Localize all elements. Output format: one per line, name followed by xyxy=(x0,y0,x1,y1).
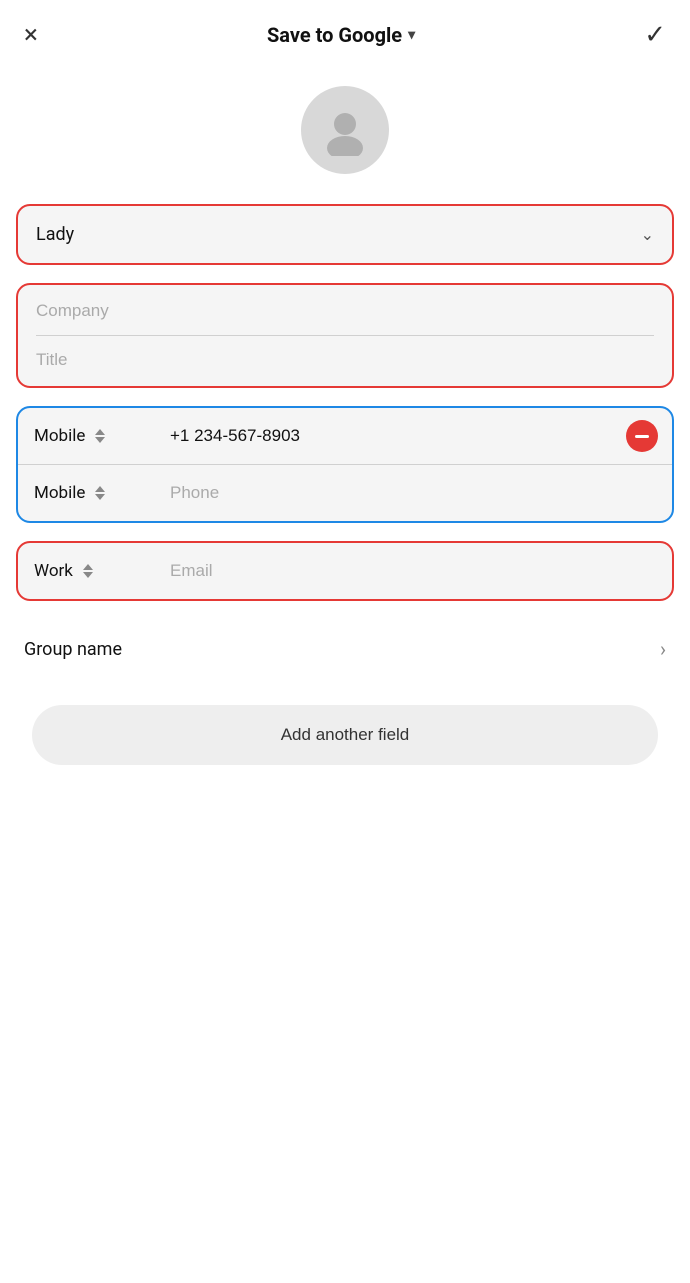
phone-type-selector-1[interactable]: Mobile xyxy=(18,408,158,464)
confirm-button[interactable]: ✓ xyxy=(644,20,666,50)
company-title-divider xyxy=(36,335,654,336)
phone-input-1[interactable] xyxy=(170,426,614,446)
header-dropdown-arrow[interactable]: ▾ xyxy=(408,27,415,43)
group-name-label: Group name xyxy=(24,639,122,660)
group-name-row[interactable]: Group name › xyxy=(16,619,674,679)
name-dropdown-value: Lady xyxy=(36,224,74,245)
phone-label-2: Mobile xyxy=(34,483,85,503)
email-input-container xyxy=(158,543,672,599)
company-input[interactable] xyxy=(36,301,654,321)
name-dropdown[interactable]: Lady ⌄ xyxy=(16,204,674,265)
header: × Save to Google ▾ ✓ xyxy=(0,0,690,66)
avatar-container xyxy=(0,66,690,204)
phone-label-1: Mobile xyxy=(34,426,85,446)
form-body: Lady ⌄ Mobile Mobile xyxy=(0,204,690,805)
phone-input-2[interactable] xyxy=(170,483,660,503)
add-another-field-button[interactable]: Add another field xyxy=(32,705,658,765)
phone-sort-icon-1 xyxy=(95,429,105,443)
email-label: Work xyxy=(34,561,73,581)
email-input[interactable] xyxy=(170,561,660,581)
avatar[interactable] xyxy=(301,86,389,174)
add-field-btn-container: Add another field xyxy=(16,697,674,805)
phone-input-container-2 xyxy=(158,465,672,521)
title-input[interactable] xyxy=(36,350,654,370)
chevron-down-icon: ⌄ xyxy=(641,225,654,244)
close-button[interactable]: × xyxy=(24,20,38,50)
phone-row-2: Mobile xyxy=(18,464,672,521)
phone-sort-icon-2 xyxy=(95,486,105,500)
header-title: Save to Google ▾ xyxy=(267,23,415,47)
email-section: Work xyxy=(16,541,674,601)
phone-type-selector-2[interactable]: Mobile xyxy=(18,465,158,521)
header-title-text: Save to Google xyxy=(267,23,402,47)
avatar-icon xyxy=(319,104,371,156)
email-type-selector[interactable]: Work xyxy=(18,543,158,599)
phone-section: Mobile Mobile xyxy=(16,406,674,523)
chevron-right-icon: › xyxy=(660,637,666,661)
phone-input-container-1 xyxy=(158,408,626,464)
phone-remove-button-1[interactable] xyxy=(626,420,658,452)
phone-row-1: Mobile xyxy=(18,408,672,464)
company-title-field xyxy=(16,283,674,388)
email-row: Work xyxy=(18,543,672,599)
email-sort-icon xyxy=(83,564,93,578)
